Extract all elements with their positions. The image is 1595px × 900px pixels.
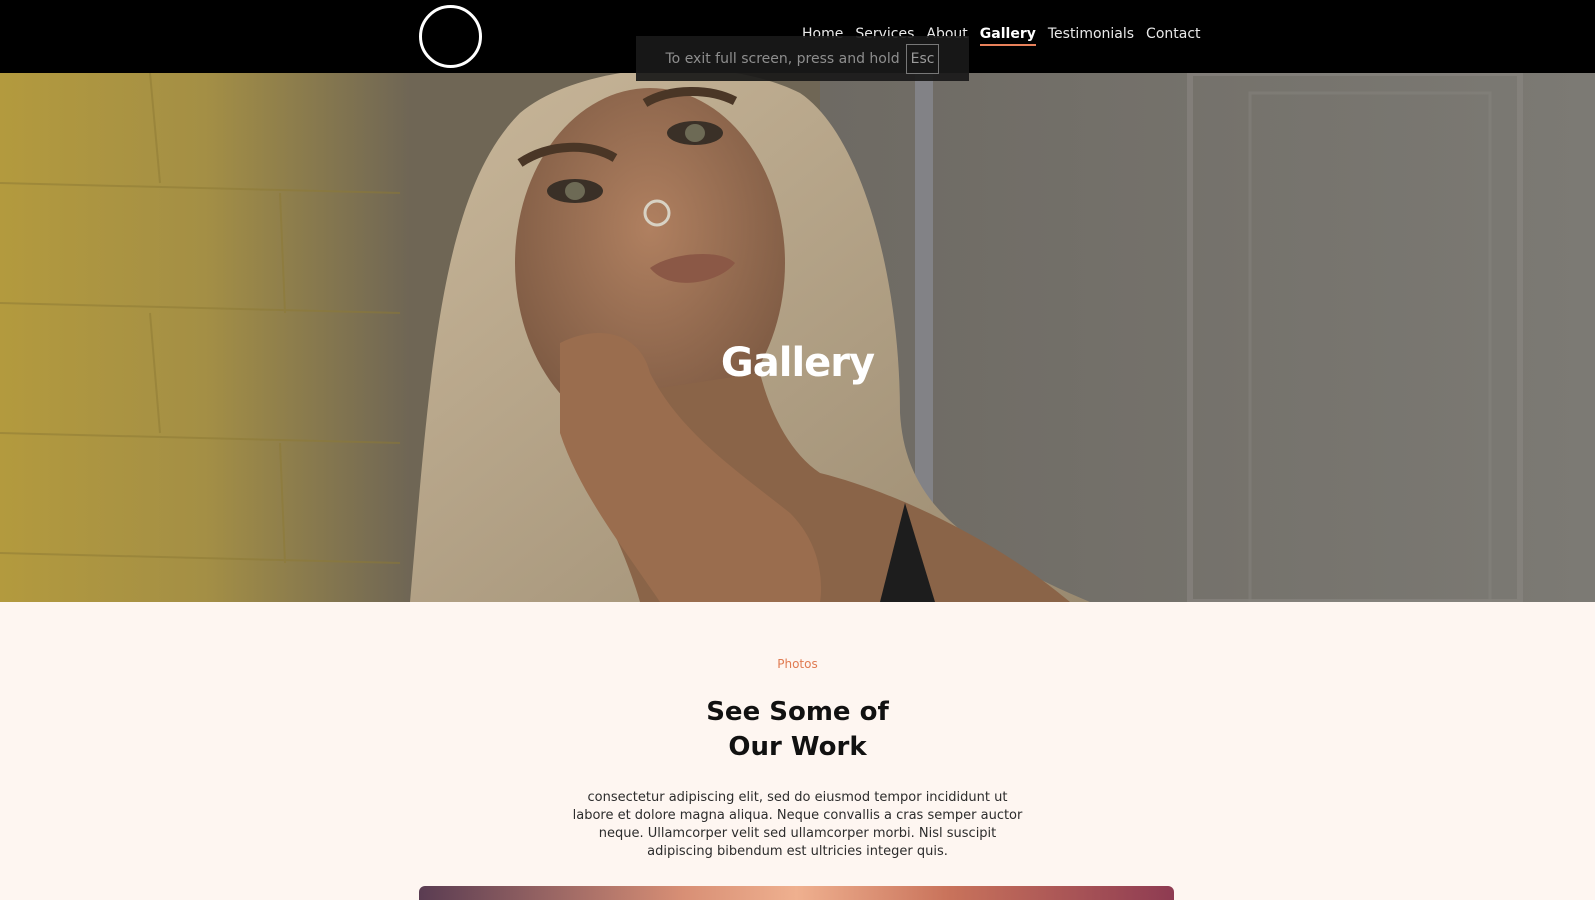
fullscreen-exit-toast: To exit full screen, press and hold Esc [636, 36, 969, 81]
nav-contact-link[interactable]: Contact [1146, 26, 1200, 46]
section-heading-line2: Our Work [728, 732, 867, 762]
section-description: consectetur adipiscing elit, sed do eius… [572, 790, 1023, 859]
hero-title: Gallery [720, 339, 875, 386]
section-heading-line1: See Some of [706, 697, 889, 727]
nav-testimonials-link[interactable]: Testimonials [1048, 26, 1134, 46]
section-eyebrow: Photos [777, 657, 818, 671]
fullscreen-toast-message: To exit full screen, press and hold [665, 50, 900, 67]
nav-gallery-link[interactable]: Gallery [979, 26, 1036, 46]
esc-key-badge: Esc [905, 43, 940, 74]
gallery-image[interactable] [419, 886, 1174, 900]
section-heading: See Some of Our Work [0, 695, 1595, 765]
logo-circle-icon[interactable] [419, 5, 482, 68]
hero-banner: Gallery [0, 73, 1595, 602]
hero-photo [0, 73, 1595, 602]
